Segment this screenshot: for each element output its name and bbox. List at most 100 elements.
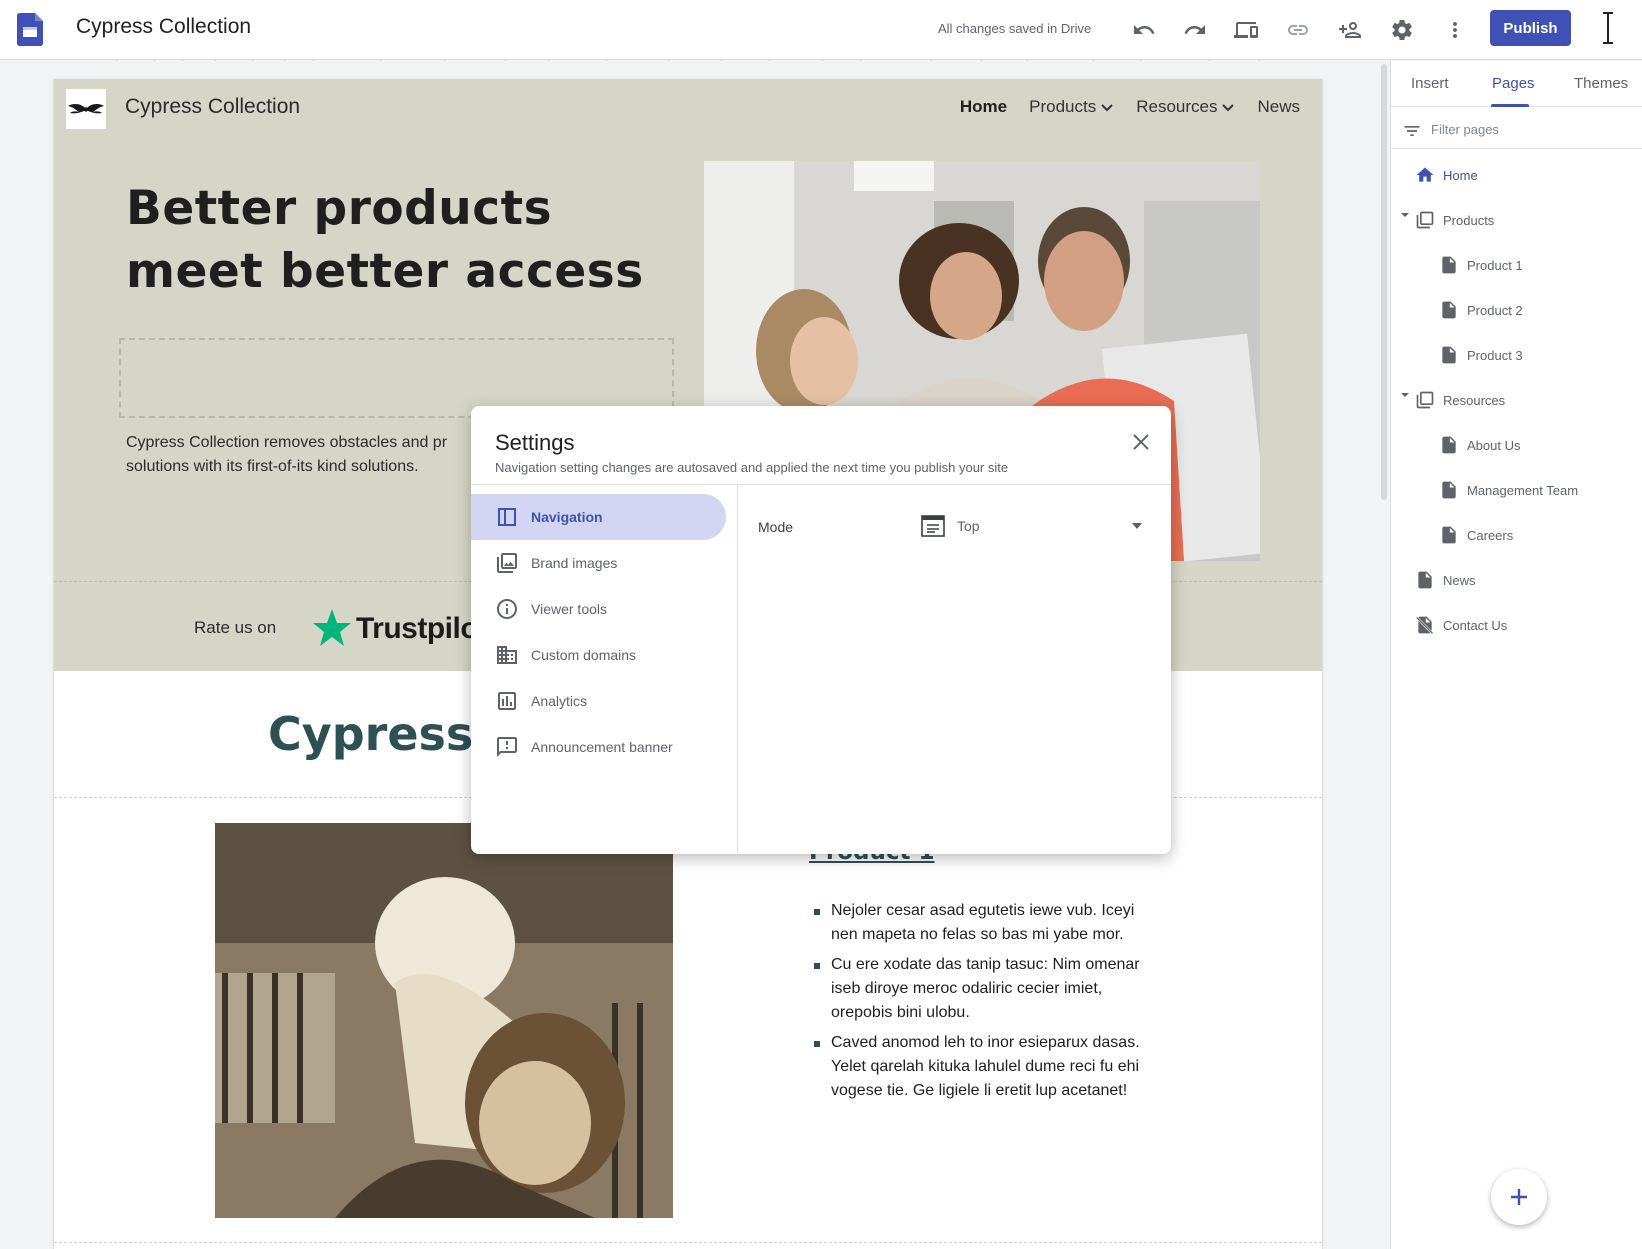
product-bullet-list[interactable]: Nejoler cesar asad egutetis iewe vub. Ic… [811,899,1161,1109]
page-item-product-2[interactable]: Product 2 [1439,295,1523,325]
section-divider [54,1242,1322,1243]
tab-pages[interactable]: Pages [1492,75,1535,92]
page-icon [1442,481,1456,499]
page-icon [1442,346,1456,364]
nav-products[interactable]: Products [1029,97,1114,117]
hero-description-line-1: Cypress Collection removes obstacles and… [126,434,448,451]
settings-dialog: Settings Navigation setting changes are … [471,406,1171,854]
page-item-label: Contact Us [1443,617,1508,633]
winged-logo-icon [68,104,104,114]
dialog-vertical-divider [737,484,738,854]
rate-us-label: Rate us on [194,618,277,637]
list-item: Cu ere xodate das tanip tasuc: Nim omena… [811,953,1161,1025]
link-icon[interactable] [1280,12,1316,48]
page-item-label: Product 2 [1467,302,1523,318]
more-vert-icon[interactable] [1437,12,1473,48]
filter-pages-placeholder: Filter pages [1431,122,1499,137]
dialog-divider [471,484,1171,485]
nav-home-label: Home [959,97,1008,116]
share-person-icon[interactable] [1332,12,1368,48]
page-icon [1442,256,1456,274]
page-item-resources[interactable]: Resources [1415,385,1505,415]
page-item-careers[interactable]: Careers [1439,520,1513,550]
filter-pages[interactable]: Filter pages [1391,111,1642,149]
save-status: All changes saved in Drive [938,21,1092,36]
add-page-button[interactable] [1491,1169,1547,1225]
info-icon [497,599,517,619]
photo-library-icon [497,553,517,573]
dialog-subtitle: Navigation setting changes are autosaved… [495,460,1009,475]
page-icon [1442,301,1456,319]
settings-menu-announcement-banner[interactable]: Announcement banner [471,724,727,770]
mode-label: Mode [758,519,794,535]
page-item-product-3[interactable]: Product 3 [1439,340,1523,370]
nav-resources-label: Resources [1136,97,1218,116]
canvas-scrollbar[interactable] [1381,64,1387,500]
settings-menu-label: Announcement banner [531,739,673,755]
right-side-panel: Insert Pages Themes Filter pages Home Pr… [1390,61,1642,1249]
settings-menu-custom-domains[interactable]: Custom domains [471,632,727,678]
nav-news[interactable]: News [1257,97,1300,117]
caret-down-icon[interactable] [1400,390,1410,400]
hero-title-line-2: meet better access [126,244,644,299]
trustpilot-logo-text[interactable]: Trustpilo [356,612,479,646]
document-title[interactable]: Cypress Collection [76,15,251,39]
settings-menu-brand-images[interactable]: Brand images [471,540,727,586]
feedback-announcement-icon [497,737,517,757]
site-logo[interactable] [66,89,106,129]
hero-description[interactable]: Cypress Collection removes obstacles and… [126,431,476,479]
settings-menu-viewer-tools[interactable]: Viewer tools [471,586,727,632]
settings-menu-navigation[interactable]: Navigation [471,494,726,540]
dialog-title: Settings [495,430,575,455]
settings-menu-label: Viewer tools [531,601,608,617]
google-sites-logo-icon[interactable] [17,13,43,46]
preview-devices-icon[interactable] [1228,12,1264,48]
page-item-home[interactable]: Home [1415,160,1478,190]
collection-pages-icon [1416,391,1434,409]
page-item-label: Home [1443,167,1478,183]
page-item-label: Product 3 [1467,347,1523,363]
redo-icon[interactable] [1177,12,1213,48]
settings-menu-analytics[interactable]: Analytics [471,678,727,724]
page-item-label: Management Team [1467,482,1579,498]
page-item-news[interactable]: News [1415,565,1476,595]
tab-themes[interactable]: Themes [1574,75,1628,92]
chevron-down-icon [1222,104,1235,112]
settings-menu-label: Custom domains [531,647,637,663]
page-item-management-team[interactable]: Management Team [1439,475,1578,505]
settings-gear-icon[interactable] [1384,12,1420,48]
page-icon [1442,526,1456,544]
tab-insert[interactable]: Insert [1411,75,1449,92]
mode-select[interactable]: Top [921,508,1151,544]
hidden-page-icon [1415,616,1434,635]
page-item-product-1[interactable]: Product 1 [1439,250,1523,280]
settings-menu-label: Brand images [531,555,618,571]
hero-title[interactable]: Better products meet better access [126,177,644,303]
product-photo[interactable] [215,823,673,1218]
plus-icon [1511,1189,1527,1205]
page-item-contact-us[interactable]: Contact Us [1415,610,1507,640]
nav-resources[interactable]: Resources [1136,97,1235,117]
app-root: Cypress Collection All changes saved in … [0,0,1642,1249]
chevron-down-icon [1101,104,1113,112]
panel-tabs: Insert Pages Themes [1391,61,1642,107]
nav-home[interactable]: Home [960,97,1007,117]
page-icon [1418,571,1432,589]
collection-pages-icon [1416,211,1434,229]
active-tab-indicator [1491,104,1529,107]
page-item-label: Product 1 [1467,257,1523,273]
page-item-about-us[interactable]: About Us [1439,430,1520,460]
close-icon[interactable] [1129,430,1153,454]
page-item-products[interactable]: Products [1415,205,1494,235]
page-item-label: News [1443,572,1476,588]
top-bar: Cypress Collection All changes saved in … [0,0,1642,60]
caret-down-icon[interactable] [1400,210,1410,220]
site-name[interactable]: Cypress Collection [125,95,300,119]
undo-icon[interactable] [1126,12,1162,48]
analytics-chart-icon [498,692,516,710]
settings-menu-label: Analytics [531,693,588,709]
publish-button[interactable]: Publish [1490,10,1571,46]
navigation-layout-icon [498,508,516,526]
page-item-label: Products [1443,212,1495,228]
nav-news-label: News [1257,97,1300,116]
